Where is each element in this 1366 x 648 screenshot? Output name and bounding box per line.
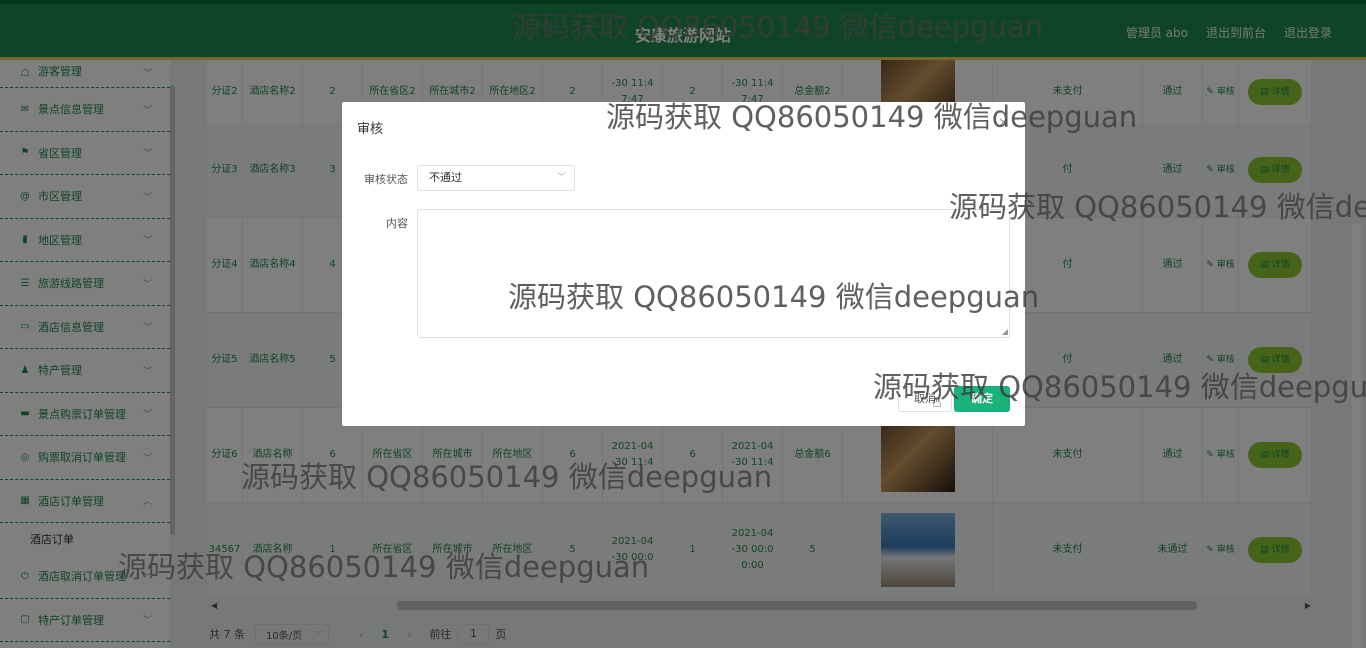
close-icon[interactable]: ✕ <box>998 116 1009 131</box>
confirm-button[interactable]: 确定 <box>954 386 1010 412</box>
hand-cursor-icon: ☝ <box>932 392 942 411</box>
resize-grip-icon[interactable]: ◢ <box>1002 327 1008 336</box>
audit-status-select[interactable]: 不通过 ﹀ <box>417 165 575 191</box>
cancel-button[interactable]: 取消 <box>898 386 952 412</box>
audit-status-value: 不通过 <box>429 171 462 184</box>
content-label: 内容 <box>386 217 408 230</box>
audit-status-label: 审核状态 <box>364 173 408 186</box>
content-textarea[interactable]: ◢ <box>417 209 1010 338</box>
dialog-title: 审核 <box>357 122 384 137</box>
chevron-down-icon: ﹀ <box>556 173 566 183</box>
audit-dialog: 审核 ✕ 审核状态 不通过 ﹀ 内容 ◢ 取消 确定 <box>342 102 1025 426</box>
